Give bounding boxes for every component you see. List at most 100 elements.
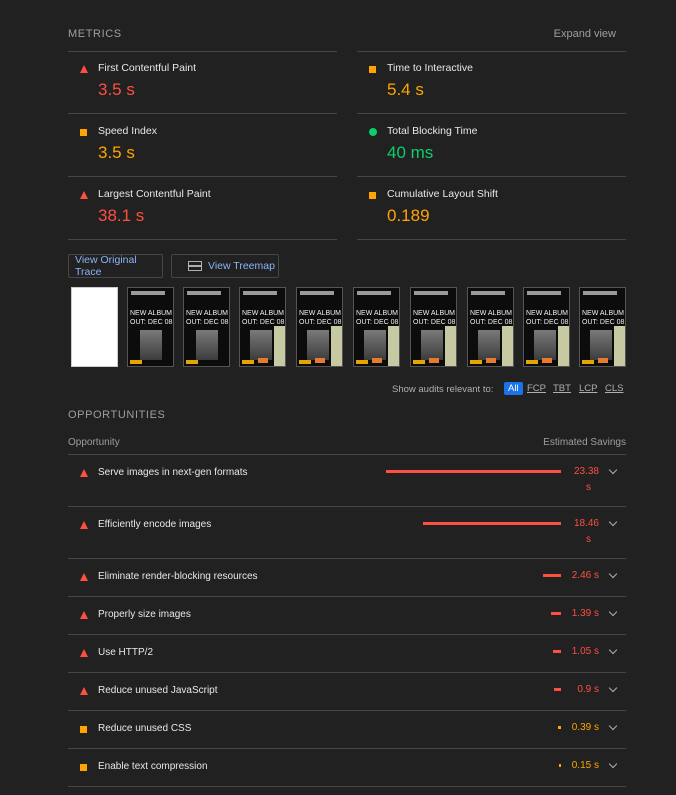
metric-value: 0.189: [387, 206, 430, 225]
fail-triangle-icon: [80, 649, 88, 657]
opportunity-row[interactable]: Serve images in next-gen formats 23.38 s: [68, 455, 626, 507]
metric-label: Total Blocking Time: [387, 125, 478, 137]
fail-triangle-icon: [80, 191, 88, 199]
filmstrip-frame: NEW ALBUM OUT: DEC 08: [353, 287, 400, 367]
frame-image: [364, 330, 386, 360]
metrics-section-title: METRICS: [68, 28, 122, 40]
savings-value: 23.38 s: [565, 464, 599, 496]
filter-lcp[interactable]: LCP: [579, 383, 597, 394]
savings-value-text: 18.46: [573, 518, 599, 529]
frame-logo: [471, 291, 505, 295]
frame-subheadline: OUT: DEC 08: [413, 319, 456, 326]
expand-view-toggle[interactable]: Expand view: [554, 28, 616, 40]
frame-subheadline: OUT: DEC 08: [299, 319, 342, 326]
frame-tag: [356, 360, 368, 364]
view-original-trace-label: View Original Trace: [75, 254, 137, 278]
metric-total-blocking-time: Total Blocking Time 40 ms: [357, 115, 617, 175]
frame-headline: NEW ALBUM: [130, 310, 173, 317]
view-treemap-button[interactable]: View Treemap: [171, 254, 279, 278]
metric-value: 40 ms: [387, 143, 434, 162]
savings-value: 0.9 s: [565, 682, 599, 698]
frame-image: [140, 330, 162, 360]
chevron-down-icon[interactable]: [608, 517, 618, 527]
frame-subheadline: OUT: DEC 08: [470, 319, 513, 326]
frame-mark: [598, 358, 608, 363]
savings-value: 0.15 s: [565, 758, 599, 774]
opportunity-row[interactable]: Enable text compression 0.15 s: [68, 749, 626, 787]
opportunity-row[interactable]: Use HTTP/2 1.05 s: [68, 635, 626, 673]
average-square-icon: [80, 764, 87, 771]
frame-subheadline: OUT: DEC 08: [130, 319, 173, 326]
savings-bar: [553, 650, 561, 653]
savings-value-text: 0.15 s: [571, 760, 599, 771]
metric-label: Speed Index: [98, 125, 157, 137]
fail-triangle-icon: [80, 611, 88, 619]
opportunity-title: Enable text compression: [98, 761, 208, 772]
frame-subheadline: OUT: DEC 08: [526, 319, 569, 326]
frame-image: [421, 330, 443, 360]
filmstrip-frame: NEW ALBUM OUT: DEC 08: [127, 287, 174, 367]
audit-filter-label: Show audits relevant to:: [392, 384, 494, 395]
frame-tag: [186, 360, 198, 364]
frame-headline: NEW ALBUM: [356, 310, 399, 317]
metric-time-to-interactive: Time to Interactive 5.4 s: [357, 52, 617, 112]
savings-value: 2.46 s: [565, 568, 599, 584]
filter-tbt[interactable]: TBT: [553, 383, 571, 394]
frame-headline: NEW ALBUM: [413, 310, 456, 317]
savings-value: 1.05 s: [565, 644, 599, 660]
savings-bar: [554, 688, 561, 691]
filmstrip-frame: NEW ALBUM OUT: DEC 08: [579, 287, 626, 367]
chevron-down-icon[interactable]: [608, 759, 618, 769]
chevron-down-icon[interactable]: [608, 569, 618, 579]
row-divider: [68, 786, 626, 787]
opportunity-row[interactable]: Reduce unused CSS 0.39 s: [68, 711, 626, 749]
filmstrip-frame: NEW ALBUM OUT: DEC 08: [183, 287, 230, 367]
frame-side-panel: [558, 326, 569, 366]
filter-all[interactable]: All: [504, 382, 523, 395]
pass-circle-icon: [369, 128, 377, 136]
fail-triangle-icon: [80, 687, 88, 695]
opportunity-row[interactable]: Properly size images 1.39 s: [68, 597, 626, 635]
frame-headline: NEW ALBUM: [299, 310, 342, 317]
metric-value: 3.5 s: [98, 143, 135, 162]
frame-image: [196, 330, 218, 360]
frame-headline: NEW ALBUM: [242, 310, 285, 317]
chevron-down-icon[interactable]: [608, 465, 618, 475]
frame-tag: [582, 360, 594, 364]
frame-side-panel: [388, 326, 399, 366]
view-original-trace-button[interactable]: View Original Trace: [68, 254, 163, 278]
frame-subheadline: OUT: DEC 08: [582, 319, 625, 326]
fail-triangle-icon: [80, 469, 88, 477]
frame-tag: [413, 360, 425, 364]
frame-mark: [372, 358, 382, 363]
filmstrip-frame: NEW ALBUM OUT: DEC 08: [296, 287, 343, 367]
frame-headline: NEW ALBUM: [526, 310, 569, 317]
opportunity-row[interactable]: Eliminate render-blocking resources 2.46 …: [68, 559, 626, 597]
metrics-divider: [68, 239, 337, 240]
chevron-down-icon[interactable]: [608, 683, 618, 693]
metrics-divider: [68, 176, 337, 177]
metric-label: Cumulative Layout Shift: [387, 188, 498, 200]
filter-cls[interactable]: CLS: [605, 383, 623, 394]
chevron-down-icon[interactable]: [608, 645, 618, 655]
savings-unit-text: s: [586, 534, 591, 545]
frame-image: [250, 330, 272, 360]
frame-tag: [470, 360, 482, 364]
metric-largest-contentful-paint: Largest Contentful Paint 38.1 s: [68, 178, 328, 238]
savings-value-text: 0.9 s: [577, 684, 599, 695]
chevron-down-icon[interactable]: [608, 721, 618, 731]
savings-bar: [551, 612, 561, 615]
savings-value-text: 23.38: [573, 466, 599, 477]
filmstrip-frame: NEW ALBUM OUT: DEC 08: [410, 287, 457, 367]
opportunity-row[interactable]: Efficiently encode images 18.46 s: [68, 507, 626, 559]
opportunity-column-header: Opportunity: [68, 437, 120, 448]
metric-first-contentful-paint: First Contentful Paint 3.5 s: [68, 52, 328, 112]
chevron-down-icon[interactable]: [608, 607, 618, 617]
metrics-divider: [357, 176, 626, 177]
metric-label: Time to Interactive: [387, 62, 473, 74]
savings-value-text: 0.39 s: [571, 722, 599, 733]
opportunity-row[interactable]: Reduce unused JavaScript 0.9 s: [68, 673, 626, 711]
frame-mark: [486, 358, 496, 363]
fail-triangle-icon: [80, 521, 88, 529]
filter-fcp[interactable]: FCP: [527, 383, 546, 394]
